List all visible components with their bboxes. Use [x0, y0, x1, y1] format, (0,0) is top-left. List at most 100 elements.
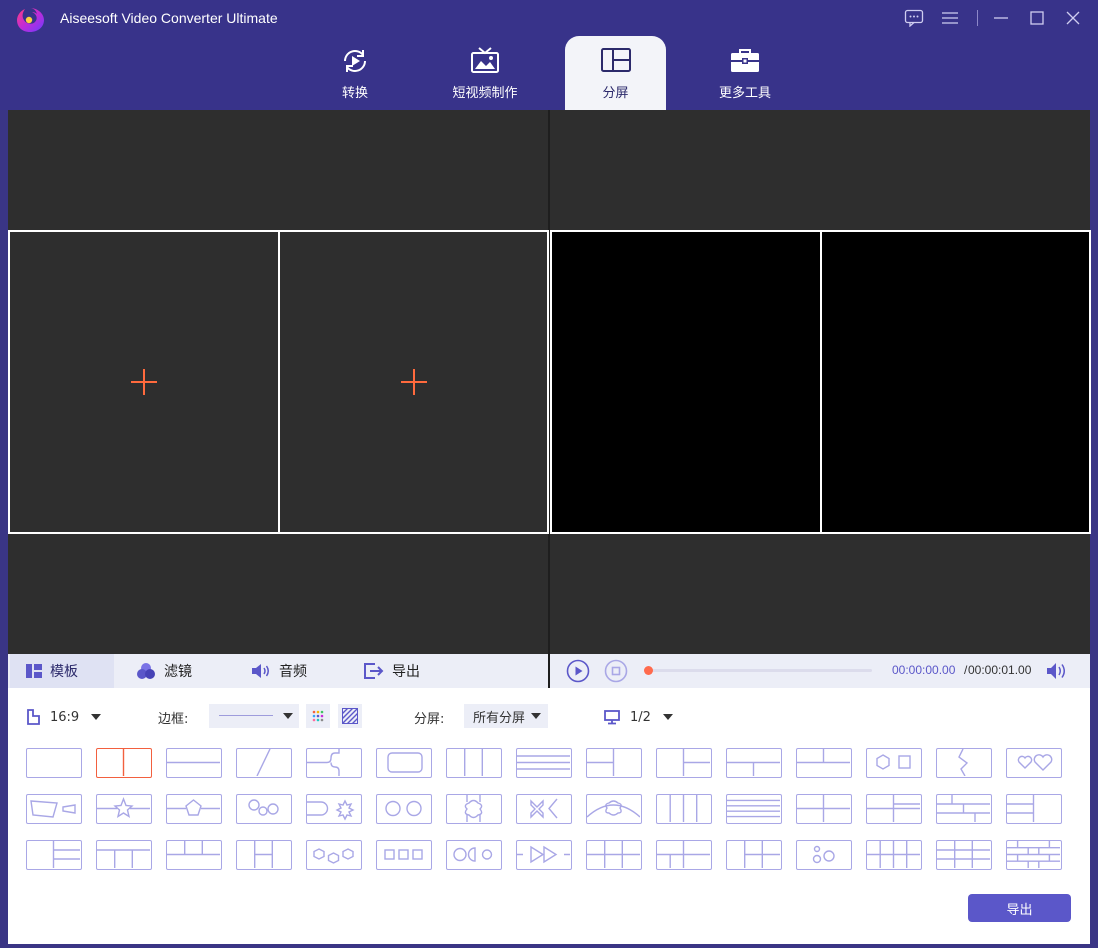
- template-layout-icon: [464, 749, 483, 776]
- template-layout-icon: [122, 749, 125, 776]
- split-screen-dropdown[interactable]: 所有分屏: [464, 704, 548, 728]
- template-option[interactable]: [866, 748, 922, 778]
- template-option[interactable]: [1006, 794, 1062, 824]
- template-option[interactable]: [586, 748, 642, 778]
- tab-mv[interactable]: 短视频制作: [440, 36, 530, 110]
- volume-icon[interactable]: [1046, 661, 1068, 681]
- template-option[interactable]: [446, 840, 502, 870]
- template-option[interactable]: [26, 840, 82, 870]
- template-option[interactable]: [796, 840, 852, 870]
- aspect-ratio-dropdown[interactable]: 16:9: [26, 704, 102, 730]
- tab-convert-label: 转换: [341, 86, 368, 101]
- menu-button[interactable]: [935, 6, 965, 30]
- tab-template[interactable]: 模板: [10, 654, 114, 688]
- template-option[interactable]: [516, 794, 572, 824]
- border-pattern-button[interactable]: [338, 704, 362, 728]
- tab-audio[interactable]: 音频: [251, 654, 307, 688]
- chevron-down-icon: [283, 713, 293, 719]
- feedback-button[interactable]: [899, 6, 929, 30]
- template-layout-icon: [797, 795, 850, 822]
- template-option[interactable]: [586, 794, 642, 824]
- border-style-dropdown[interactable]: [209, 704, 299, 728]
- template-option[interactable]: [656, 840, 712, 870]
- template-option[interactable]: [586, 840, 642, 870]
- template-layout-icon: [256, 749, 271, 776]
- template-option[interactable]: [726, 794, 782, 824]
- template-option[interactable]: [306, 748, 362, 778]
- edit-tabs-bar: 模板 滤镜 音频 导出: [8, 654, 548, 688]
- minimize-icon: [994, 17, 1008, 19]
- template-layout-icon: [867, 841, 920, 868]
- template-option[interactable]: [516, 748, 572, 778]
- progress-slider[interactable]: [644, 666, 872, 675]
- play-icon[interactable]: [566, 659, 590, 683]
- template-option[interactable]: [236, 840, 292, 870]
- template-option[interactable]: [866, 794, 922, 824]
- template-layout-icon: [727, 799, 780, 818]
- template-option[interactable]: [166, 748, 222, 778]
- template-option[interactable]: [446, 748, 502, 778]
- template-option[interactable]: [306, 840, 362, 870]
- stop-icon[interactable]: [604, 659, 628, 683]
- template-option[interactable]: [656, 748, 712, 778]
- close-button[interactable]: [1058, 6, 1088, 30]
- template-layout-icon: [384, 849, 423, 860]
- template-option[interactable]: [516, 840, 572, 870]
- template-option[interactable]: [236, 748, 292, 778]
- tab-more-tools[interactable]: 更多工具: [700, 36, 790, 110]
- split-cell-2[interactable]: [278, 230, 549, 534]
- template-option[interactable]: [726, 840, 782, 870]
- tab-export[interactable]: 导出: [364, 654, 420, 688]
- template-layout-icon: [937, 795, 990, 822]
- template-option[interactable]: [376, 748, 432, 778]
- template-option[interactable]: [936, 794, 992, 824]
- output-cell-2: [820, 230, 1091, 534]
- template-layout-icon: [587, 800, 640, 818]
- template-option[interactable]: [656, 794, 712, 824]
- tab-more-tools-label: 更多工具: [718, 86, 771, 101]
- template-option[interactable]: [796, 748, 852, 778]
- screen-page-dropdown[interactable]: 1/2: [604, 704, 673, 730]
- template-option[interactable]: [306, 794, 362, 824]
- template-option[interactable]: [796, 794, 852, 824]
- border-label: 边框:: [158, 711, 189, 727]
- template-layout-icon: [958, 749, 969, 776]
- template-option[interactable]: [936, 748, 992, 778]
- template-layout-icon: [313, 848, 354, 864]
- template-layout-icon: [867, 795, 920, 822]
- template-option[interactable]: [166, 794, 222, 824]
- template-option[interactable]: [1006, 840, 1062, 870]
- template-option[interactable]: [726, 748, 782, 778]
- template-option[interactable]: [1006, 748, 1062, 778]
- convert-icon: [344, 50, 366, 72]
- template-option[interactable]: [166, 840, 222, 870]
- template-option[interactable]: [26, 748, 82, 778]
- template-option[interactable]: [236, 794, 292, 824]
- hamburger-icon: [942, 12, 958, 24]
- border-color-button[interactable]: [306, 704, 330, 728]
- maximize-button[interactable]: [1022, 6, 1052, 30]
- template-layout-icon: [385, 800, 422, 817]
- template-option[interactable]: [866, 840, 922, 870]
- template-option[interactable]: [26, 794, 82, 824]
- template-option[interactable]: [446, 794, 502, 824]
- split-cell-1[interactable]: [8, 230, 280, 534]
- template-option[interactable]: [96, 748, 152, 778]
- template-option[interactable]: [96, 794, 152, 824]
- export-button[interactable]: 导出: [968, 894, 1071, 922]
- tab-convert[interactable]: 转换: [310, 36, 400, 110]
- template-option[interactable]: [376, 794, 432, 824]
- progress-knob[interactable]: [644, 666, 653, 675]
- minimize-button[interactable]: [986, 6, 1016, 30]
- template-layout-icon: [27, 749, 80, 776]
- aspect-ratio-value: 16:9: [50, 709, 80, 725]
- template-layout-icon: [52, 841, 80, 868]
- app-logo-icon: [17, 8, 44, 32]
- tab-split-screen[interactable]: 分屏: [565, 36, 666, 110]
- template-option[interactable]: [96, 840, 152, 870]
- template-layout-icon: [1007, 795, 1035, 822]
- template-layout-icon: [937, 841, 990, 868]
- tab-filter[interactable]: 滤镜: [136, 654, 192, 688]
- template-option[interactable]: [936, 840, 992, 870]
- template-option[interactable]: [376, 840, 432, 870]
